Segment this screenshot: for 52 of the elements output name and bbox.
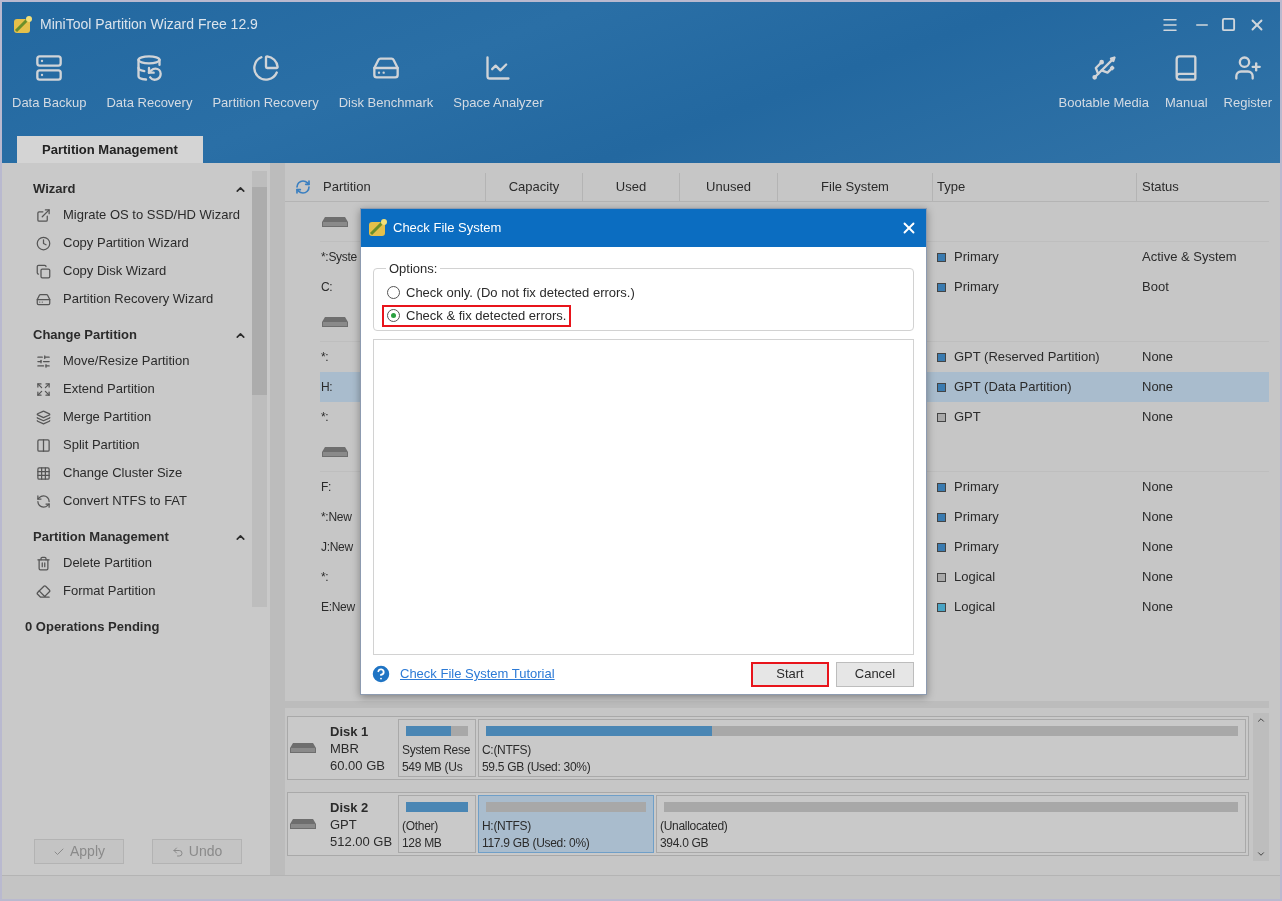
disk-scheme: MBR: [330, 739, 360, 757]
partition-detail: 59.5 GB (Used: 30%): [482, 759, 592, 776]
table-cell-text: GPT (Reserved Partition): [954, 348, 1100, 367]
table-cell-text: F:: [321, 479, 332, 496]
pending-count: 0 Operations Pending: [25, 618, 160, 636]
disk-size: 512.00 GB: [330, 832, 393, 850]
table-cell-text: Primary: [954, 278, 999, 297]
table-cell-text: Primary: [954, 538, 999, 557]
table-cell-text: Primary: [954, 478, 999, 497]
partition-label: System Rese: [402, 742, 472, 759]
window-title: MiniTool Partition Wizard Free 12.9: [40, 15, 258, 34]
table-cell-text: Logical: [954, 598, 996, 617]
table-cell-text: *:: [321, 409, 329, 426]
disk-name: Disk 2: [330, 798, 370, 816]
partition-label: (Unallocated): [660, 818, 729, 835]
table-cell-text: C:: [321, 279, 333, 296]
disk-size: 60.00 GB: [330, 756, 385, 774]
table-cell-text: None: [1142, 568, 1174, 587]
table-cell-text: Primary: [954, 248, 999, 267]
section-title: Partition Management: [33, 528, 169, 547]
section-title: Change Partition: [33, 326, 137, 345]
table-cell-text: None: [1142, 538, 1174, 557]
table-cell-text: Primary: [954, 508, 999, 527]
partition-label: H:(NTFS): [482, 818, 532, 835]
table-cell-text: None: [1142, 478, 1174, 497]
partition-detail: 394.0 GB: [660, 835, 710, 852]
partition-detail: 117.9 GB (Used: 0%): [482, 835, 591, 852]
table-cell-text: H:: [321, 379, 333, 396]
partition-detail: 549 MB (Us: [402, 759, 464, 776]
partition-label: C:(NTFS): [482, 742, 532, 759]
disk-scheme: GPT: [330, 815, 358, 833]
table-cell-text: GPT (Data Partition): [954, 378, 1072, 397]
table-cell-text: *:New: [321, 509, 352, 526]
table-cell-text: J:New: [321, 539, 353, 556]
dialog-title: Check File System: [393, 219, 502, 238]
table-cell-text: E:New: [321, 599, 355, 616]
disk-name: Disk 1: [330, 722, 370, 740]
table-cell-text: Boot: [1142, 278, 1169, 297]
table-cell-text: *:Syste: [321, 249, 357, 266]
table-cell-text: None: [1142, 378, 1174, 397]
table-cell-text: None: [1142, 508, 1174, 527]
table-cell-text: GPT: [954, 408, 981, 427]
table-cell-text: Logical: [954, 568, 996, 587]
table-cell-text: Active & System: [1142, 248, 1237, 267]
partition-detail: 128 MB: [402, 835, 443, 852]
table-cell-text: None: [1142, 348, 1174, 367]
partition-label: (Other): [402, 818, 439, 835]
table-cell-text: None: [1142, 598, 1174, 617]
table-cell-text: *:: [321, 349, 329, 366]
section-title: Wizard: [33, 180, 76, 199]
table-cell-text: None: [1142, 408, 1174, 427]
table-cell-text: *:: [321, 569, 329, 586]
